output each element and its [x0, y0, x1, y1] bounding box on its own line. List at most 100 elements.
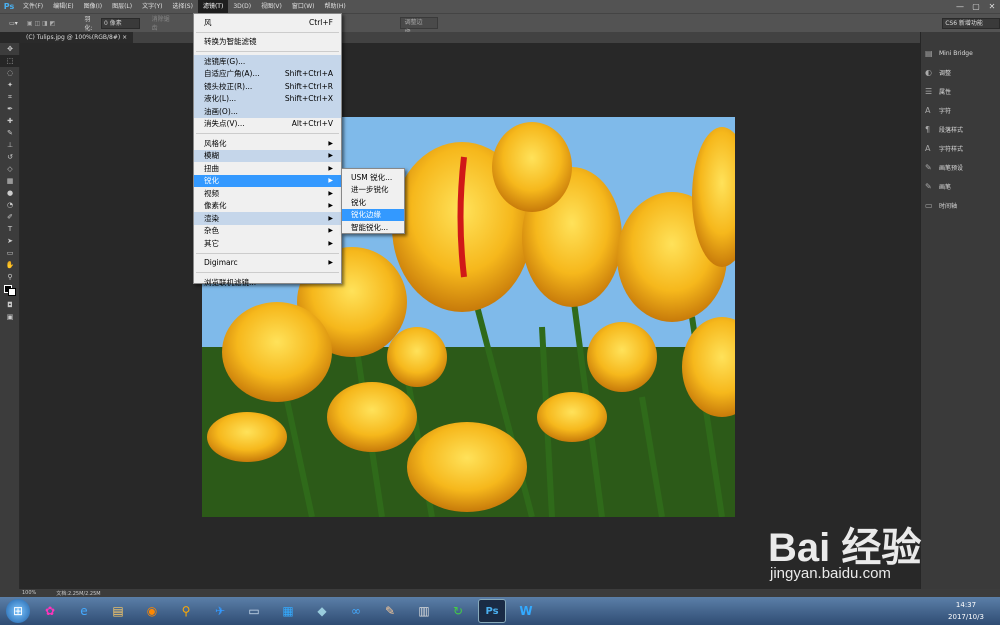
document-tab[interactable]: (C) Tulips.jpg @ 100%(RGB/8#) ×: [20, 32, 134, 43]
bird-app-icon[interactable]: ✈: [206, 599, 234, 623]
calculator-icon[interactable]: ▥: [410, 599, 438, 623]
panel-brush[interactable]: ✎ 画笔: [921, 177, 1000, 196]
anti-alias-checkbox[interactable]: 消除锯齿: [152, 14, 175, 32]
eyedropper-icon[interactable]: ✒: [0, 103, 20, 115]
lasso-tool-icon[interactable]: ◌: [0, 67, 20, 79]
firefox-icon[interactable]: ◉: [138, 599, 166, 623]
submenu-sharpen-more[interactable]: 进一步锐化: [342, 184, 404, 197]
filter-menu-item[interactable]: 浏览联机滤镜...: [194, 276, 341, 289]
filter-menu-item[interactable]: 液化(L)... Shift+Ctrl+X: [194, 92, 341, 105]
panel-character[interactable]: A 字符: [921, 101, 1000, 120]
panel-character-style[interactable]: A 字符样式: [921, 139, 1000, 158]
menu-item-label: 渲染: [204, 213, 219, 223]
brush-tool-icon[interactable]: ✎: [0, 127, 20, 139]
start-button[interactable]: ⊞: [6, 599, 30, 623]
menu-file[interactable]: 文件(F): [18, 0, 48, 13]
submenu-smart-sharpen[interactable]: 智能锐化...: [342, 221, 404, 234]
feather-input[interactable]: 0 像素: [101, 17, 140, 29]
paint-icon[interactable]: ✎: [376, 599, 404, 623]
submenu-sharpen[interactable]: 锐化: [342, 196, 404, 209]
screen-mode-icon[interactable]: ▣: [0, 311, 20, 323]
ie-icon[interactable]: e: [70, 599, 98, 623]
panel-timeline[interactable]: ▭ 时间轴: [921, 196, 1000, 215]
panel-paragraph-style[interactable]: ¶ 段落样式: [921, 120, 1000, 139]
menu-select[interactable]: 选择(S): [167, 0, 198, 13]
menu-view[interactable]: 视图(V): [256, 0, 287, 13]
menu-filter[interactable]: 滤镜(T): [197, 0, 229, 13]
panel-properties[interactable]: ☰ 属性: [921, 82, 1000, 101]
app-icon[interactable]: ✿: [36, 599, 64, 623]
magic-wand-icon[interactable]: ✦: [0, 79, 20, 91]
search-app-icon[interactable]: ⚲: [172, 599, 200, 623]
filter-menu-item[interactable]: 消失点(V)... Alt+Ctrl+V: [194, 118, 341, 131]
menu-type[interactable]: 文字(Y): [137, 0, 167, 13]
workspace-select[interactable]: CS6 新增功能: [942, 17, 1000, 29]
blur-tool-icon[interactable]: ●: [0, 187, 20, 199]
filter-menu-item[interactable]: 油画(O)...: [194, 105, 341, 118]
history-brush-icon[interactable]: ↺: [0, 151, 20, 163]
hand-tool-icon[interactable]: ✋: [0, 259, 20, 271]
remote-desktop-icon[interactable]: ▭: [240, 599, 268, 623]
grid-app-icon[interactable]: ▦: [274, 599, 302, 623]
crop-tool-icon[interactable]: ⌗: [0, 91, 20, 103]
shape-tool-icon[interactable]: ▭: [0, 247, 20, 259]
baidu-cloud-icon[interactable]: ∞: [342, 599, 370, 623]
zoom-level[interactable]: 100%: [22, 590, 36, 596]
wps-icon[interactable]: W: [512, 599, 540, 623]
gradient-tool-icon[interactable]: ▦: [0, 175, 20, 187]
filter-menu-item[interactable]: Digimarc ▶: [194, 257, 341, 270]
filter-menu-item[interactable]: 模糊 ▶: [194, 149, 341, 162]
path-select-icon[interactable]: ➤: [0, 235, 20, 247]
filter-menu-item[interactable]: 风格化 ▶: [194, 137, 341, 150]
menu-item-label: 风: [204, 17, 212, 27]
brush-icon: ✎: [925, 182, 932, 191]
close-button[interactable]: ✕: [984, 0, 1000, 13]
panel-mini-bridge[interactable]: ▤ Mini Bridge: [921, 44, 1000, 63]
menu-window[interactable]: 窗口(W): [287, 0, 320, 13]
filter-menu-item[interactable]: 其它 ▶: [194, 237, 341, 250]
submenu-arrow-icon: ▶: [328, 177, 333, 185]
menu-layer[interactable]: 图层(L): [107, 0, 137, 13]
selection-mode-icons[interactable]: ▣ ◫ ◨ ◩: [27, 20, 85, 27]
clone-stamp-icon[interactable]: ⊥: [0, 139, 20, 151]
healing-brush-icon[interactable]: ✚: [0, 115, 20, 127]
filter-menu-item[interactable]: 转换为智能滤镜: [194, 36, 341, 49]
filter-menu-item[interactable]: 杂色 ▶: [194, 225, 341, 238]
refresh-app-icon[interactable]: ↻: [444, 599, 472, 623]
quick-mask-icon[interactable]: ◘: [0, 299, 20, 311]
menu-bar: Ps 文件(F) 编辑(E) 图像(I) 图层(L) 文字(Y) 选择(S) 滤…: [0, 0, 1000, 13]
eraser-icon[interactable]: ◇: [0, 163, 20, 175]
filter-menu-item[interactable]: 锐化 ▶: [194, 174, 341, 187]
panel-brush-presets[interactable]: ✎ 画笔预设: [921, 158, 1000, 177]
photoshop-taskbar-icon[interactable]: Ps: [478, 599, 506, 623]
filter-menu-item[interactable]: 像素化 ▶: [194, 200, 341, 213]
filter-menu-item[interactable]: 扭曲 ▶: [194, 162, 341, 175]
filter-menu-item[interactable]: 视频 ▶: [194, 187, 341, 200]
filter-menu-item[interactable]: 渲染 ▶: [194, 212, 341, 225]
filter-menu-item[interactable]: 风 Ctrl+F: [194, 16, 341, 29]
system-clock[interactable]: 14:37 2017/10/3: [946, 599, 986, 623]
minimize-button[interactable]: —: [952, 0, 968, 13]
marquee-tool-icon[interactable]: ▭▾: [0, 20, 27, 27]
notes-app-icon[interactable]: ◆: [308, 599, 336, 623]
refine-edge-button[interactable]: 调整边缘...: [399, 17, 439, 36]
menu-edit[interactable]: 编辑(E): [48, 0, 78, 13]
panel-adjustments[interactable]: ◐ 调整: [921, 63, 1000, 82]
menu-image[interactable]: 图像(I): [79, 0, 107, 13]
submenu-sharpen-edges[interactable]: 锐化边缘: [342, 208, 404, 221]
dodge-tool-icon[interactable]: ◔: [0, 199, 20, 211]
menu-3d[interactable]: 3D(D): [228, 0, 256, 13]
submenu-unsharp-mask[interactable]: USM 锐化...: [342, 171, 404, 184]
pen-tool-icon[interactable]: ✐: [0, 211, 20, 223]
move-tool-icon[interactable]: ✥: [0, 43, 20, 55]
filter-menu-item[interactable]: 镜头校正(R)... Shift+Ctrl+R: [194, 80, 341, 93]
color-swatches-icon[interactable]: [0, 283, 20, 296]
maximize-button[interactable]: ▢: [968, 0, 984, 13]
filter-menu-item[interactable]: 滤镜库(G)...: [194, 55, 341, 68]
marquee-tool-icon[interactable]: ⬚: [0, 55, 20, 67]
filter-menu-item[interactable]: 自适应广角(A)... Shift+Ctrl+A: [194, 67, 341, 80]
zoom-tool-icon[interactable]: ⚲: [0, 271, 20, 283]
explorer-icon[interactable]: ▤: [104, 599, 132, 623]
type-tool-icon[interactable]: T: [0, 223, 20, 235]
menu-help[interactable]: 帮助(H): [320, 0, 351, 13]
